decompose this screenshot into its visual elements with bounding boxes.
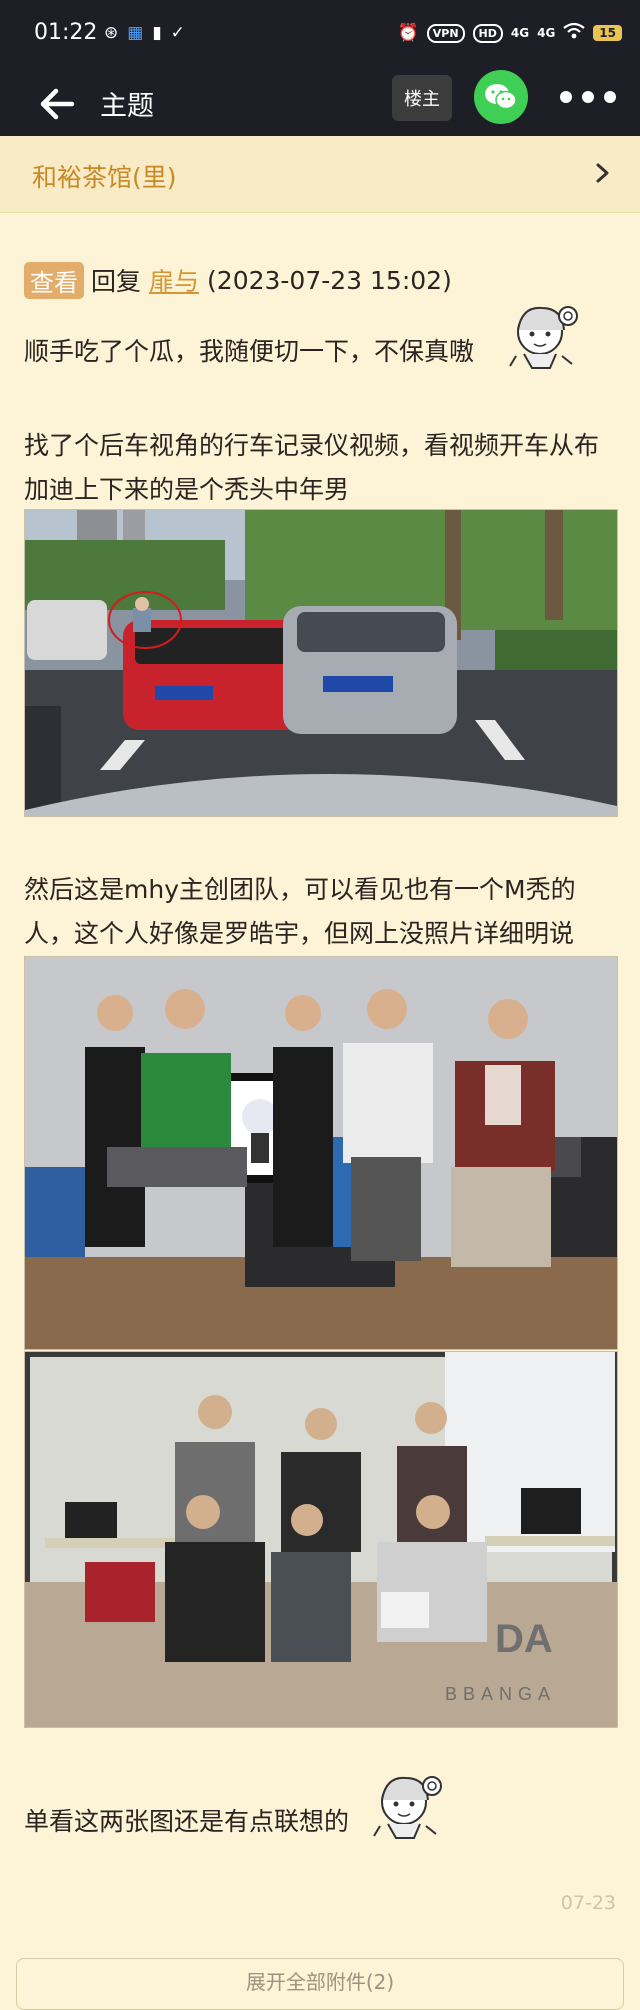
post-image-team[interactable] <box>24 956 618 1350</box>
net2-label: 4G <box>537 26 556 40</box>
status-bar: 01:22 ⊛ ▦ ▮ ✓ ⏰ VPN HD 4G 4G 15 <box>0 0 640 70</box>
post-image-office[interactable]: DA BBANGA <box>24 1351 618 1728</box>
status-notification-icons: ⊛ ▦ ▮ ✓ <box>104 22 185 44</box>
more-button[interactable] <box>560 84 616 110</box>
check-icon: ✓ <box>170 23 185 43</box>
app-notification-icon: ⊛ <box>104 23 119 43</box>
chevron-right-icon <box>596 163 609 183</box>
reply-date: (2023-07-23 15:02) <box>207 265 452 295</box>
post-paragraph-2: 找了个后车视角的行车记录仪视频，看视频开车从布加迪上下来的是个秃头中年男 <box>24 431 600 504</box>
reply-prefix: 回复 <box>91 267 142 296</box>
vpn-badge: VPN <box>426 23 465 43</box>
expand-attachments-button[interactable]: 展开全部附件(2) <box>16 1958 624 2010</box>
back-button[interactable] <box>36 82 80 126</box>
post-paragraph-4: 单看这两张图还是有点联想的 <box>24 1807 350 1836</box>
more-icon <box>560 91 572 103</box>
status-time: 01:22 <box>34 20 98 45</box>
forum-name: 和裕茶馆(里) <box>32 163 177 192</box>
wechat-icon <box>485 84 517 110</box>
only-op-button[interactable]: 楼主 <box>392 75 452 121</box>
net1-label: 4G <box>510 26 530 40</box>
alarm-icon: ⏰ <box>397 23 419 43</box>
post-paragraph-3: 然后这是mhy主创团队，可以看见也有一个M秃的人，这个人好像是罗皓宇，但网上没照… <box>24 875 576 948</box>
anime-girl-sticker-icon <box>509 306 578 369</box>
grid-notification-icon: ▦ <box>127 23 144 43</box>
wifi-icon <box>563 22 585 44</box>
post-image-dashcam[interactable] <box>24 509 618 817</box>
battery-indicator: 15 <box>593 25 622 41</box>
reply-author-link[interactable]: 扉与 <box>149 262 199 298</box>
sim-icon: ▮ <box>152 23 162 43</box>
page-title: 主题 <box>100 91 154 122</box>
back-arrow-icon <box>40 88 75 120</box>
anime-girl-sticker-icon <box>373 1776 442 1839</box>
view-quote-button[interactable]: 查看 <box>24 261 84 299</box>
app-bar: 主题 楼主 <box>0 70 640 136</box>
wechat-share-button[interactable] <box>474 70 528 124</box>
forum-link[interactable]: 和裕茶馆(里) <box>0 136 640 213</box>
reply-quote-header: 查看 回复 扉与 (2023-07-23 15:02) <box>24 261 452 299</box>
photo-watermark: BBANGA <box>445 1684 556 1704</box>
svg-text:DA: DA <box>495 1617 553 1661</box>
status-right: ⏰ VPN HD 4G 4G 15 <box>398 22 622 44</box>
post-date: 07-23 <box>560 1892 616 1914</box>
hd-badge: HD <box>472 23 503 43</box>
